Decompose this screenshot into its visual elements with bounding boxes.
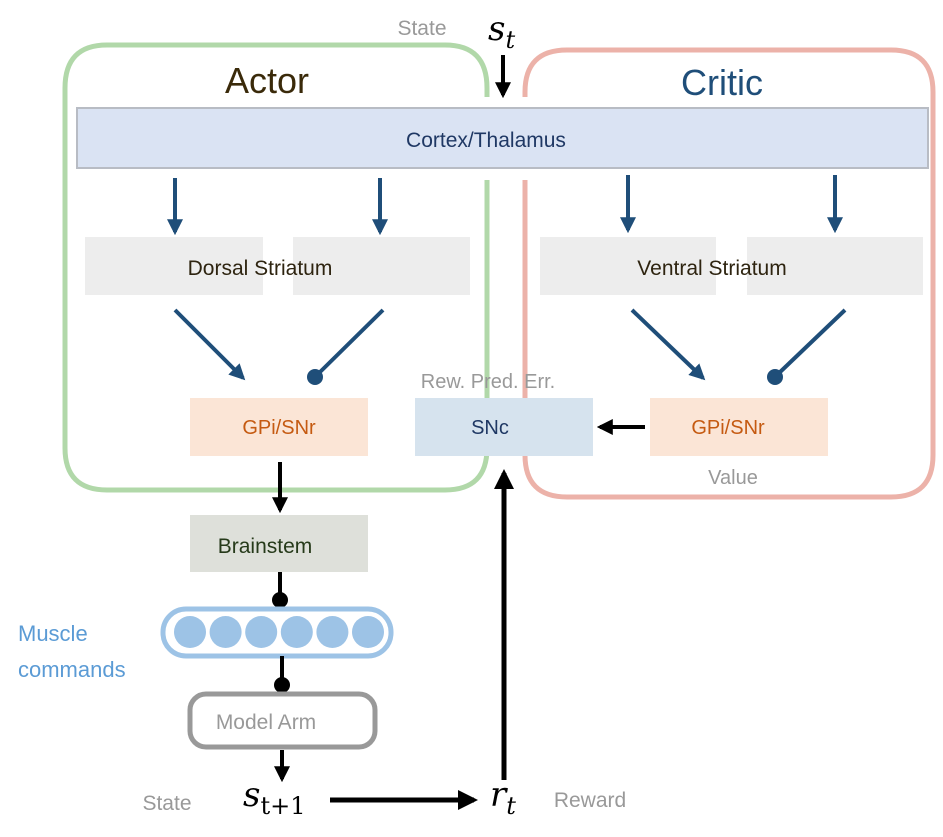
ventral-striatum-label: Ventral Striatum — [637, 257, 786, 280]
reward-symbol: rt — [490, 775, 516, 820]
reward-label: Reward — [554, 789, 626, 812]
brainstem-to-muscle-dot — [272, 592, 288, 608]
muscle-unit — [174, 616, 206, 648]
muscle-commands-label: Muscle commands — [18, 621, 126, 682]
critic-title: Critic — [681, 62, 763, 103]
actor-gpi-snr-label: GPi/SNr — [242, 417, 316, 439]
muscle-unit — [316, 616, 349, 648]
state-label-top: State — [397, 17, 446, 40]
inhibitory-dot-actor — [307, 369, 323, 385]
inhibitory-dot-critic — [767, 369, 783, 385]
model-arm-label: Model Arm — [216, 711, 316, 734]
dorsal-striatum-label: Dorsal Striatum — [188, 257, 333, 280]
muscle-unit — [280, 616, 313, 648]
state-symbol-bottom: st+1 — [243, 775, 305, 820]
snc-label: SNc — [471, 417, 509, 439]
actor-title: Actor — [225, 60, 309, 101]
state-label-bottom: State — [142, 792, 191, 815]
striatum-outputs — [173, 308, 847, 381]
brainstem-label: Brainstem — [218, 535, 313, 558]
rpe-caption: Rew. Pred. Err. — [421, 371, 556, 393]
state-symbol-top: st — [488, 9, 515, 54]
critic-gpi-snr-label: GPi/SNr — [691, 417, 765, 439]
cortex-thalamus-label: Cortex/Thalamus — [406, 129, 566, 152]
value-label: Value — [708, 467, 758, 489]
muscle-unit — [209, 616, 242, 648]
muscle-unit — [352, 616, 384, 648]
muscle-unit — [245, 616, 278, 648]
actor-critic-diagram: Actor Critic State st Cortex/Thalamus Do… — [18, 9, 936, 820]
cortex-arrows — [167, 175, 843, 236]
muscle-to-arm-dot — [274, 677, 290, 693]
